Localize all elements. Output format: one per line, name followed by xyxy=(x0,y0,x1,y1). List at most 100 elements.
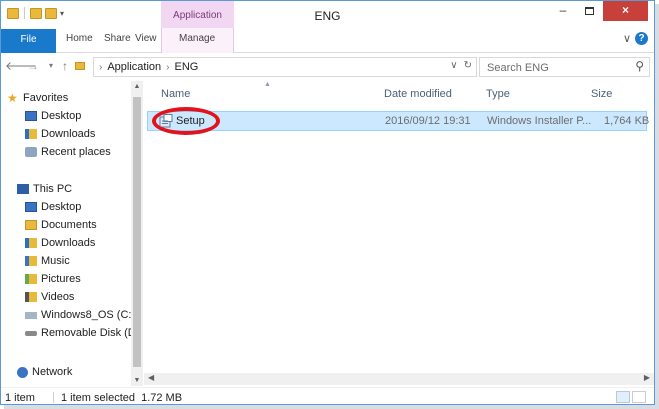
nav-label: This PC xyxy=(33,183,73,195)
scroll-down-icon[interactable]: ▼ xyxy=(131,377,143,384)
nav-recent-places[interactable]: Recent places xyxy=(25,143,111,161)
nav-pc-desktop[interactable]: Desktop xyxy=(25,198,81,216)
file-size: 1,764 KB xyxy=(604,115,650,127)
nav-label: Windows8_OS (C:) xyxy=(41,309,136,321)
nav-label: Music xyxy=(41,255,70,267)
maximize-icon xyxy=(584,6,594,15)
tab-manage[interactable]: Manage xyxy=(179,33,215,44)
network-icon xyxy=(17,366,28,378)
nav-label: Downloads xyxy=(41,237,96,249)
music-icon xyxy=(25,256,37,266)
large-icons-view-icon[interactable] xyxy=(632,391,646,403)
nav-videos[interactable]: Videos xyxy=(25,288,74,306)
navigation-pane: ★ Favorites Desktop Downloads Recent pla… xyxy=(1,81,144,386)
nav-pc-downloads[interactable]: Downloads xyxy=(25,234,95,252)
breadcrumb-separator: › xyxy=(166,61,170,73)
nav-removable-disk[interactable]: Removable Disk (D xyxy=(25,324,136,342)
column-header-size[interactable]: Size xyxy=(591,88,612,100)
nav-label: Pictures xyxy=(41,273,81,285)
chevron-down-icon[interactable]: ∨ xyxy=(623,32,631,45)
ribbon-tabs: File Home Share View Manage ∨ ? xyxy=(1,28,654,53)
tab-view[interactable]: View xyxy=(135,33,157,44)
nav-music[interactable]: Music xyxy=(25,252,70,270)
nav-pictures[interactable]: Pictures xyxy=(25,270,81,288)
maximize-button[interactable] xyxy=(576,1,602,21)
file-date-modified: 2016/09/12 19:31 xyxy=(385,115,471,127)
breadcrumb-eng[interactable]: ENG xyxy=(175,61,199,73)
forward-button[interactable]: → xyxy=(25,58,41,74)
scroll-right-icon[interactable]: ▶ xyxy=(644,373,650,382)
pictures-icon xyxy=(25,274,37,284)
status-bar: 1 item 1 item selected 1.72 MB xyxy=(1,387,654,404)
nav-label: Videos xyxy=(41,291,75,303)
item-count: 1 item xyxy=(5,392,35,404)
downloads-icon xyxy=(25,238,37,248)
file-list: ▲ Name Date modified Type Size Setup 201… xyxy=(144,81,654,373)
breadcrumb-application[interactable]: Application xyxy=(107,61,161,73)
ribbon-controls: ∨ ? xyxy=(623,32,648,45)
nav-label: Removable Disk (D xyxy=(41,327,136,339)
documents-icon xyxy=(25,220,37,230)
explorer-window: ▾ Application Tools ENG – × File Home Sh… xyxy=(0,0,655,405)
nav-label: Documents xyxy=(41,219,97,231)
column-header-type[interactable]: Type xyxy=(486,88,510,100)
scroll-left-icon[interactable]: ◀ xyxy=(148,373,154,382)
address-controls: ∨ ↻ xyxy=(450,60,472,71)
downloads-icon xyxy=(25,129,37,139)
nav-pane-scrollbar[interactable]: ▲ ▼ xyxy=(131,81,143,386)
computer-icon xyxy=(17,184,29,194)
nav-favorites-desktop[interactable]: Desktop xyxy=(25,107,81,125)
nav-label: Desktop xyxy=(41,201,82,213)
nav-favorites-downloads[interactable]: Downloads xyxy=(25,125,95,143)
search-icon[interactable]: ⚲ xyxy=(635,59,644,73)
nav-this-pc[interactable]: This PC xyxy=(17,180,72,198)
desktop-icon xyxy=(25,202,37,212)
breadcrumb-separator: › xyxy=(99,61,103,73)
up-button[interactable]: ↑ xyxy=(57,58,73,74)
nav-favorites[interactable]: ★ Favorites xyxy=(7,89,68,107)
refresh-icon[interactable]: ↻ xyxy=(464,60,472,71)
scroll-up-icon[interactable]: ▲ xyxy=(131,83,143,90)
nav-label: Downloads xyxy=(41,128,96,140)
view-switcher xyxy=(616,391,646,403)
chevron-down-icon[interactable]: ∨ xyxy=(450,60,457,71)
help-icon[interactable]: ? xyxy=(635,32,648,45)
tab-home[interactable]: Home xyxy=(66,33,93,44)
search-input[interactable]: Search ENG ⚲ xyxy=(479,57,650,77)
status-divider xyxy=(53,392,54,403)
minimize-button[interactable]: – xyxy=(550,1,576,21)
nav-documents[interactable]: Documents xyxy=(25,216,97,234)
nav-label: Network xyxy=(32,366,73,378)
sort-arrow-icon: ▲ xyxy=(264,81,271,88)
recent-places-icon xyxy=(25,147,37,157)
nav-network[interactable]: Network xyxy=(17,363,72,381)
desktop-icon xyxy=(25,111,37,121)
tab-share[interactable]: Share xyxy=(104,33,131,44)
table-row[interactable]: Setup 2016/09/12 19:31 Windows Installer… xyxy=(147,107,650,135)
file-list-horizontal-scrollbar[interactable]: ◀ ▶ xyxy=(144,373,654,385)
nav-drive-c[interactable]: Windows8_OS (C:) xyxy=(25,306,135,324)
removable-disk-icon xyxy=(25,330,37,336)
close-button[interactable]: × xyxy=(603,1,648,21)
folder-icon xyxy=(73,58,87,74)
details-view-icon[interactable] xyxy=(616,391,630,403)
title-bar: ▾ Application Tools ENG – × xyxy=(1,1,654,51)
navigation-bar: 🡐 → ▾ ↑ › Application › ENG ∨ ↻ Search E… xyxy=(1,54,654,80)
search-placeholder: Search ENG xyxy=(487,62,549,74)
nav-label: Recent places xyxy=(41,146,111,158)
star-icon: ★ xyxy=(7,91,18,105)
column-header-name[interactable]: Name xyxy=(161,88,190,100)
hard-drive-icon xyxy=(25,311,37,319)
videos-icon xyxy=(25,292,37,302)
back-button[interactable]: 🡐 xyxy=(5,58,37,74)
file-type: Windows Installer P... xyxy=(487,115,592,127)
breadcrumb: › Application › ENG xyxy=(99,61,198,73)
nav-label: Desktop xyxy=(41,110,82,122)
highlight-ring xyxy=(152,107,220,135)
tab-file[interactable]: File xyxy=(1,29,56,53)
address-bar[interactable]: › Application › ENG ∨ ↻ xyxy=(93,57,477,77)
scrollbar-thumb[interactable] xyxy=(133,97,141,367)
column-header-date-modified[interactable]: Date modified xyxy=(384,88,452,100)
nav-label: Favorites xyxy=(23,92,69,104)
selection-info: 1 item selected 1.72 MB xyxy=(61,392,183,404)
